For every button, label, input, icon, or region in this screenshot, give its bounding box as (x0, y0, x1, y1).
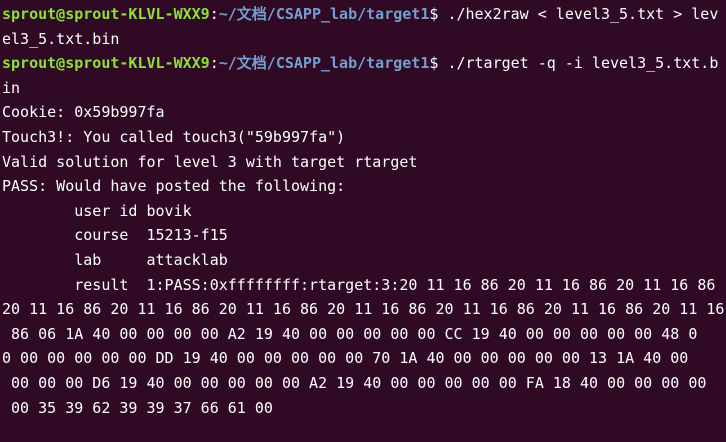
output-line: Cookie: 0x59b997fa (2, 103, 165, 122)
output-line: 86 06 1A 40 00 00 00 00 A2 19 40 00 00 0… (2, 324, 698, 343)
prompt-separator: : (209, 5, 219, 23)
output-line: result 1:PASS:0xffffffff:rtarget:3:20 11… (2, 275, 716, 294)
command-text: ./rtarget -q -i level3_5.txt.b (447, 54, 719, 73)
output-line: PASS: Would have posted the following: (2, 177, 346, 196)
prompt-line-1: sprout@sprout-KLVL-WXX9:~/文档/CSAPP_lab/t… (2, 2, 726, 27)
output-line: Touch3!: You called touch3("59b997fa") (2, 127, 346, 146)
prompt-path: ~/文档/CSAPP_lab/target1 (218, 5, 430, 23)
command-wrap-line: in (2, 78, 21, 97)
output-line: 00 00 00 D6 19 40 00 00 00 00 00 A2 19 4… (2, 373, 707, 392)
prompt-user-host: sprout@sprout-KLVL-WXX9 (2, 5, 210, 23)
prompt-symbol: $ (429, 54, 448, 73)
prompt-path: ~/文档/CSAPP_lab/target1 (218, 54, 430, 73)
prompt-line-2: sprout@sprout-KLVL-WXX9:~/文档/CSAPP_lab/t… (2, 51, 726, 76)
prompt-separator: : (209, 54, 219, 73)
output-line: course 15213-f15 (2, 226, 228, 245)
output-line: 0 00 00 00 00 00 DD 19 40 00 00 00 00 00… (2, 349, 689, 368)
output-line: 20 11 16 86 20 11 16 86 20 11 16 86 20 1… (2, 300, 725, 319)
terminal-window[interactable]: sprout@sprout-KLVL-WXX9:~/文档/CSAPP_lab/t… (0, 0, 726, 442)
output-line: 00 35 39 62 39 39 37 66 61 00 (2, 398, 273, 417)
prompt-user-host: sprout@sprout-KLVL-WXX9 (2, 54, 210, 73)
output-line: Valid solution for level 3 with target r… (2, 152, 418, 171)
output-line: user id bovik (2, 201, 192, 220)
prompt-symbol: $ (429, 5, 448, 23)
command-wrap-line: el3_5.txt.bin (2, 29, 120, 48)
output-line: lab attacklab (2, 250, 228, 269)
command-text: ./hex2raw < level3_5.txt > lev (447, 5, 719, 23)
